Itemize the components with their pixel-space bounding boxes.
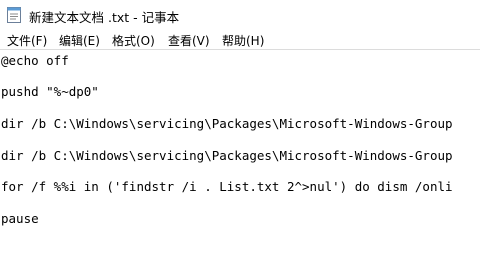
- window-title: 新建文本文档 .txt - 记事本: [29, 10, 180, 25]
- notepad-icon: [7, 7, 21, 23]
- menu-view[interactable]: 查看(V): [168, 32, 210, 49]
- editor-line: pushd "%~dp0": [1, 84, 99, 99]
- menu-help[interactable]: 帮助(H): [222, 32, 264, 49]
- editor-line: dir /b C:\Windows\servicing\Packages\Mic…: [1, 116, 453, 131]
- menu-bar: 文件(F) 编辑(E) 格式(O) 查看(V) 帮助(H): [0, 30, 480, 49]
- text-editor[interactable]: @echo off pushd "%~dp0" dir /b C:\Window…: [0, 50, 480, 270]
- menu-file[interactable]: 文件(F): [7, 32, 47, 49]
- menu-format[interactable]: 格式(O): [112, 32, 155, 49]
- menu-edit[interactable]: 编辑(E): [59, 32, 100, 49]
- editor-line: for /f %%i in ('findstr /i . List.txt 2^…: [1, 179, 453, 194]
- editor-line: dir /b C:\Windows\servicing\Packages\Mic…: [1, 148, 453, 163]
- title-bar[interactable]: 新建文本文档 .txt - 记事本: [0, 0, 480, 30]
- editor-line: pause: [1, 211, 39, 226]
- editor-line: @echo off: [1, 53, 69, 68]
